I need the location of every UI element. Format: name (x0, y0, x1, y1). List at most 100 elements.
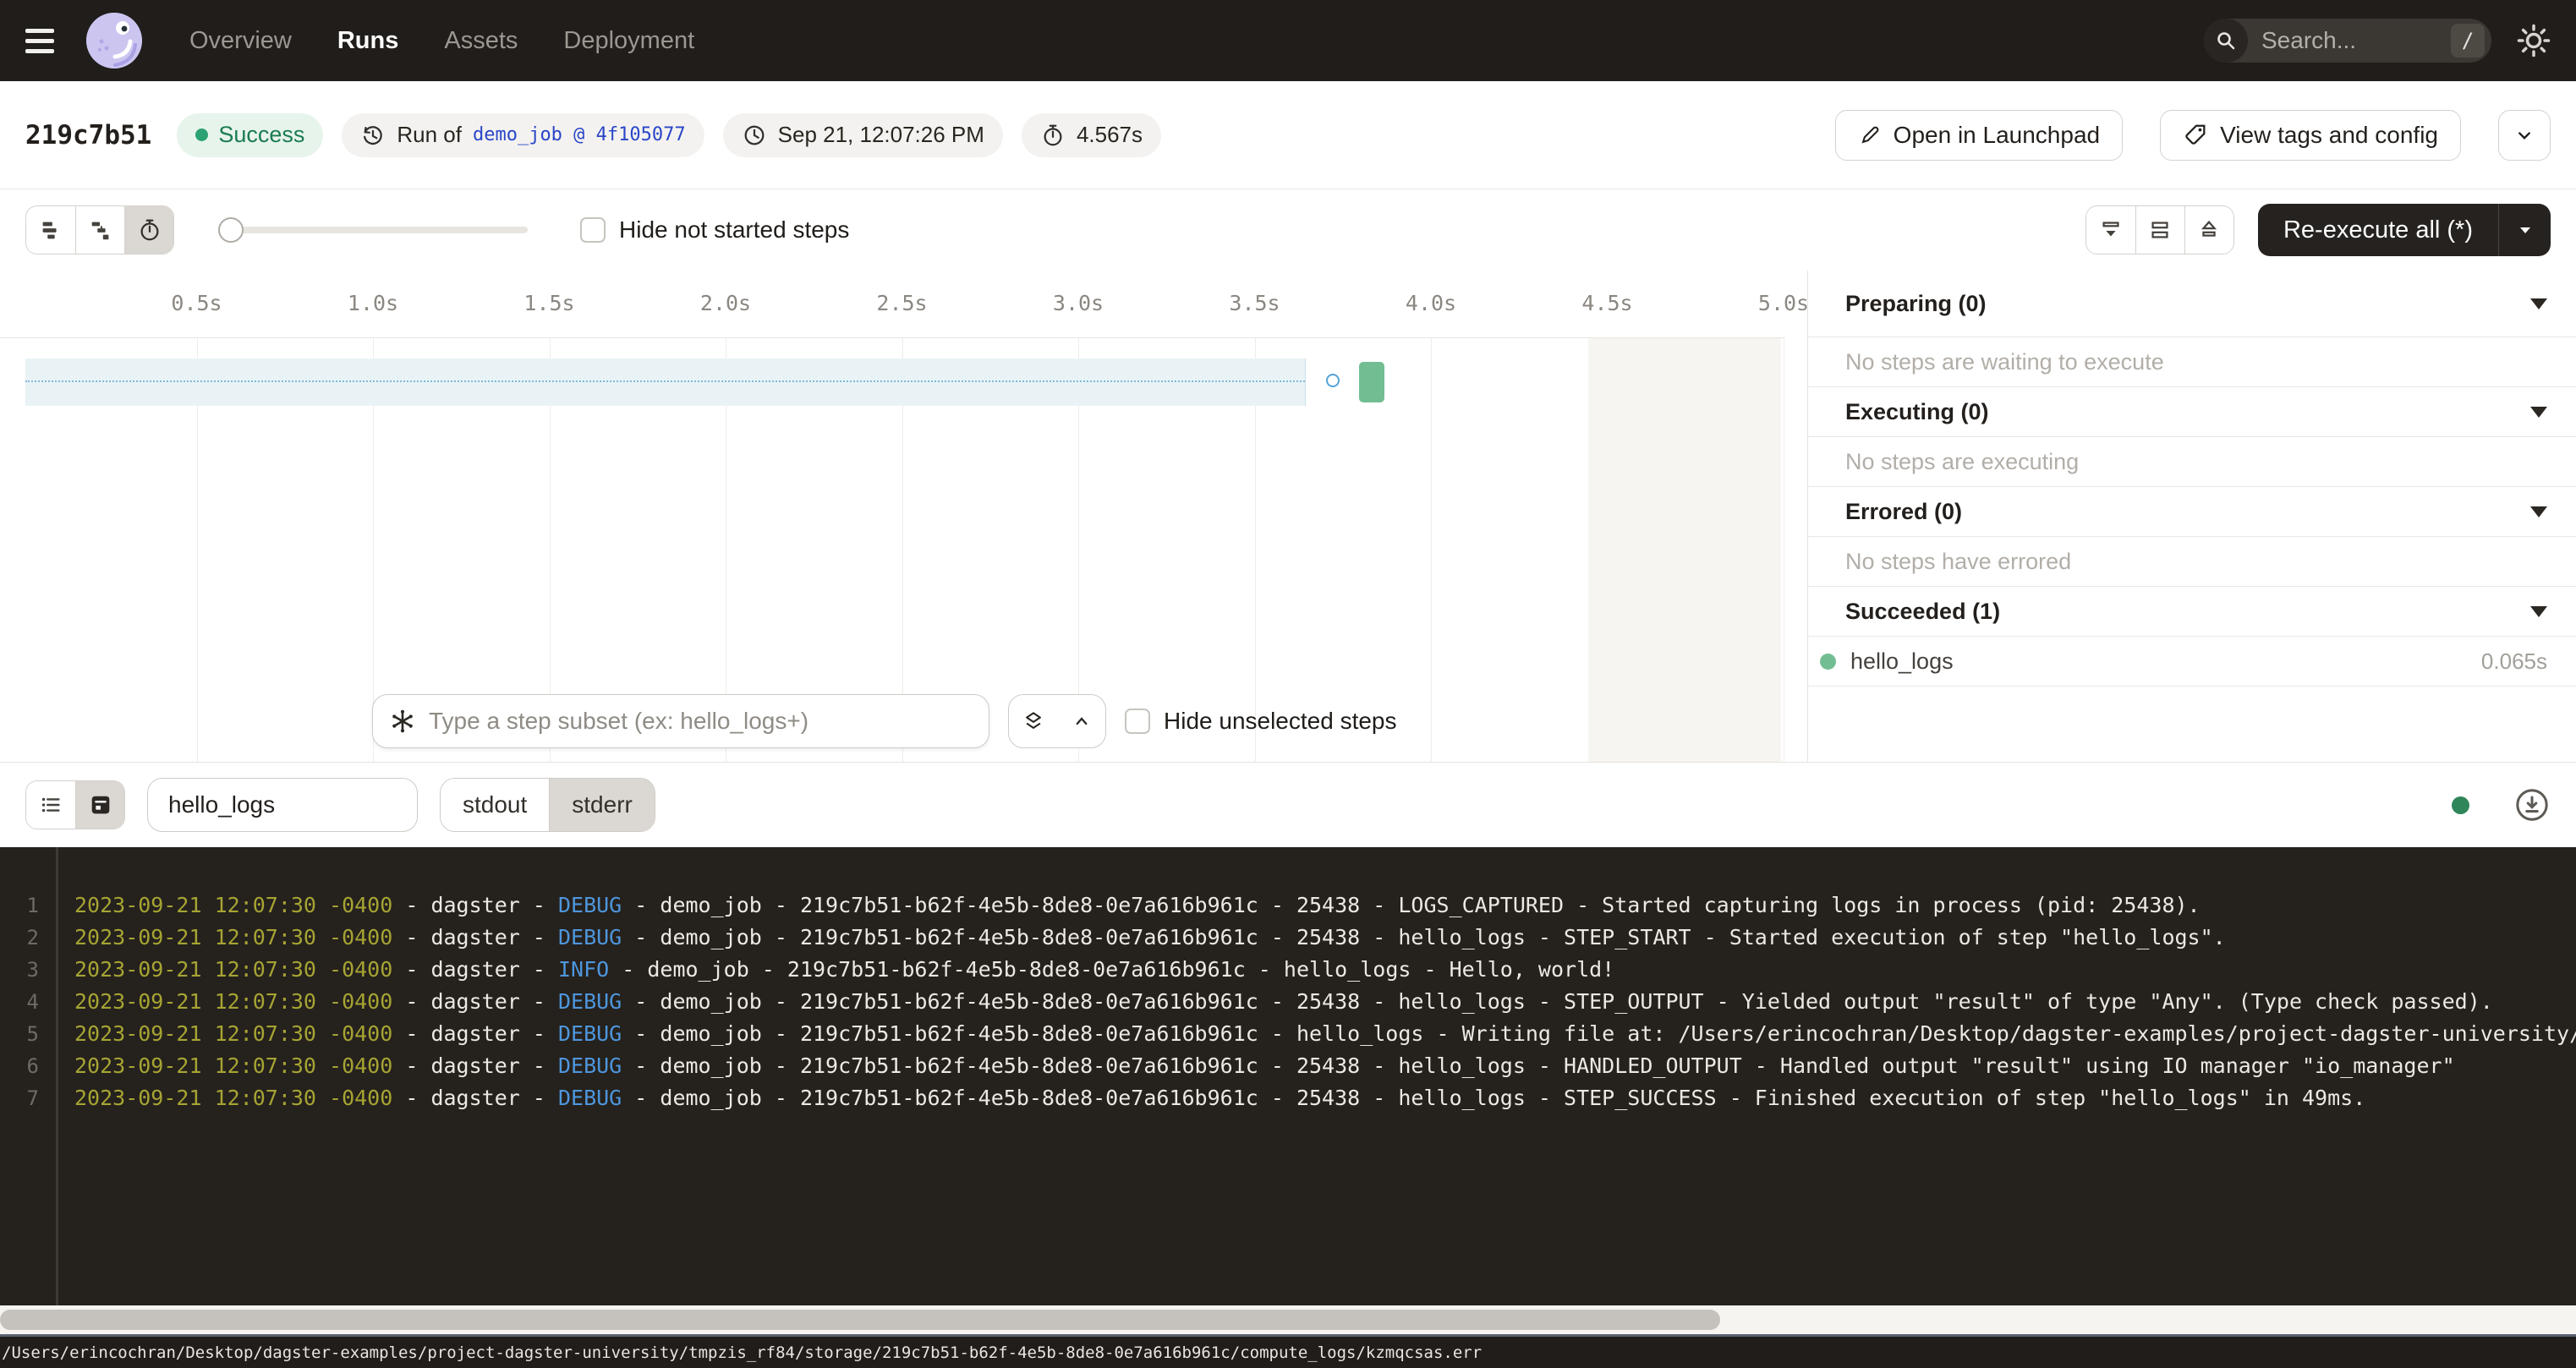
run-header-more-button[interactable] (2498, 110, 2551, 161)
axis-tick: 0.5s (171, 291, 222, 315)
log-line-text: 2023-09-21 12:07:30 -0400 - dagster - IN… (39, 954, 2576, 986)
nav-item-assets[interactable]: Assets (444, 27, 518, 55)
hide-unselected-checkbox-row[interactable]: Hide unselected steps (1125, 708, 1397, 735)
settings-gear-icon[interactable] (2517, 24, 2551, 57)
nav-item-overview[interactable]: Overview (189, 27, 292, 55)
caret-down-icon (2530, 606, 2547, 617)
tab-stdout[interactable]: stdout (441, 779, 549, 831)
hide-not-started-checkbox-row[interactable]: Hide not started steps (580, 216, 849, 244)
hamburger-menu-icon[interactable] (25, 22, 63, 59)
open-in-launchpad-button[interactable]: Open in Launchpad (1835, 110, 2123, 161)
panel-layout-group (2085, 205, 2234, 254)
history-icon (360, 123, 386, 148)
log-level: DEBUG (558, 1053, 622, 1078)
step-bar-hello-logs[interactable] (1359, 362, 1384, 402)
log-line-text: 2023-09-21 12:07:30 -0400 - dagster - DE… (39, 1018, 2576, 1050)
gantt-section: 0.5s1.0s1.5s2.0s2.5s3.0s3.5s4.0s4.5s5.0s… (0, 271, 2576, 763)
log-timestamp: 2023-09-21 12:07:30 -0400 (74, 957, 392, 982)
panel-empty-message: No steps are executing (1808, 437, 2576, 487)
dependency-marker-circle (1326, 374, 1340, 387)
tab-stderr[interactable]: stderr (549, 779, 655, 831)
view-waterfall-button[interactable] (75, 206, 124, 254)
panel-section-title: Executing (0) (1845, 399, 1989, 425)
success-dot-icon (195, 129, 208, 141)
search-input[interactable]: Search... / (2204, 19, 2491, 63)
axis-tick: 2.0s (700, 291, 751, 315)
reexecute-dropdown-button[interactable] (2498, 204, 2551, 256)
run-id-title: 219c7b51 (25, 120, 151, 150)
axis-tick: 1.0s (348, 291, 398, 315)
job-link[interactable]: demo_job @ 4f105077 (473, 124, 686, 145)
panel-section-header[interactable]: Errored (0) (1808, 487, 2576, 537)
expand-top-button[interactable] (2184, 206, 2233, 254)
log-step-filter-input[interactable]: hello_logs (147, 778, 418, 832)
log-timestamp: 2023-09-21 12:07:30 -0400 (74, 1021, 392, 1046)
reexecute-all-button[interactable]: Re-execute all (*) (2258, 204, 2551, 256)
tag-icon (2183, 123, 2208, 148)
axis-tick: 1.5s (523, 291, 574, 315)
op-selector-icon (390, 709, 415, 734)
log-viewer: 12023-09-21 12:07:30 -0400 - dagster - D… (0, 847, 2576, 1305)
run-status-badge: Success (177, 113, 323, 157)
log-line-number: 7 (0, 1082, 39, 1114)
panel-empty-message: No steps are waiting to execute (1808, 337, 2576, 387)
panel-section-header[interactable]: Preparing (0) (1808, 271, 2576, 337)
graph-layers-button[interactable] (1009, 695, 1057, 747)
collapse-down-icon (2098, 217, 2124, 243)
log-line: 72023-09-21 12:07:30 -0400 - dagster - D… (0, 1082, 2576, 1114)
after-run-end-region (1588, 338, 1781, 762)
panel-section-header[interactable]: Succeeded (1) (1808, 587, 2576, 637)
nav-item-runs[interactable]: Runs (337, 27, 399, 55)
slider-knob[interactable] (218, 217, 244, 243)
horizontal-scrollbar[interactable] (0, 1305, 2576, 1334)
reexecute-label[interactable]: Re-execute all (*) (2258, 204, 2498, 256)
chevron-down-icon (2513, 124, 2535, 146)
hide-not-started-label: Hide not started steps (619, 216, 849, 244)
hide-unselected-checkbox[interactable] (1125, 709, 1150, 734)
panel-section-title: Succeeded (1) (1845, 599, 2000, 625)
panel-section-header[interactable]: Executing (0) (1808, 387, 2576, 437)
log-status-dot (2452, 796, 2469, 814)
log-line-number: 5 (0, 1018, 39, 1050)
download-log-button[interactable] (2513, 786, 2551, 824)
log-level: DEBUG (558, 1086, 622, 1110)
log-line: 32023-09-21 12:07:30 -0400 - dagster - I… (0, 954, 2576, 986)
waterfall-icon (88, 217, 113, 243)
hide-not-started-checkbox[interactable] (580, 217, 606, 243)
run-header: 219c7b51 Success Run of demo_job @ 4f105… (0, 81, 2576, 189)
duration-pill: 4.567s (1022, 113, 1161, 157)
panel-empty-message: No steps have errored (1808, 537, 2576, 587)
layers-icon (1022, 709, 1045, 733)
split-view-button[interactable] (2135, 206, 2184, 254)
expand-up-icon (2196, 217, 2222, 243)
log-file-path: /Users/erincochran/Desktop/dagster-examp… (2, 1343, 1482, 1362)
run-of-pill: Run of demo_job @ 4f105077 (342, 113, 704, 157)
view-tags-config-button[interactable]: View tags and config (2160, 110, 2461, 161)
dagster-logo[interactable] (86, 13, 142, 68)
axis-tick: 3.5s (1229, 291, 1280, 315)
nav-item-deployment[interactable]: Deployment (563, 27, 694, 55)
raw-log-button[interactable] (75, 781, 124, 829)
zoom-slider[interactable] (218, 217, 528, 243)
waiting-band (25, 358, 1306, 406)
step-subset-input[interactable]: Type a step subset (ex: hello_logs+) (372, 694, 989, 748)
search-shortcut-badge: / (2451, 24, 2485, 57)
caret-down-icon (2530, 407, 2547, 418)
collapse-query-button[interactable] (1057, 695, 1105, 747)
view-flat-button[interactable] (26, 206, 75, 254)
collapse-bottom-button[interactable] (2086, 206, 2135, 254)
caret-down-icon (2517, 222, 2534, 238)
view-timed-button[interactable] (124, 206, 173, 254)
gantt-view-mode-group (25, 205, 174, 254)
axis-tick: 4.5s (1581, 291, 1632, 315)
panel-step-row[interactable]: hello_logs0.065s (1808, 637, 2576, 687)
gantt-chart: 0.5s1.0s1.5s2.0s2.5s3.0s3.5s4.0s4.5s5.0s… (0, 271, 1807, 762)
structured-log-button[interactable] (26, 781, 75, 829)
slider-track (218, 227, 528, 233)
log-timestamp: 2023-09-21 12:07:30 -0400 (74, 1086, 392, 1110)
run-of-prefix: Run of (397, 122, 462, 148)
panel-section-title: Preparing (0) (1845, 291, 1987, 317)
scrollbar-thumb[interactable] (0, 1310, 1720, 1330)
log-timestamp: 2023-09-21 12:07:30 -0400 (74, 925, 392, 949)
log-line-text: 2023-09-21 12:07:30 -0400 - dagster - DE… (39, 922, 2576, 954)
